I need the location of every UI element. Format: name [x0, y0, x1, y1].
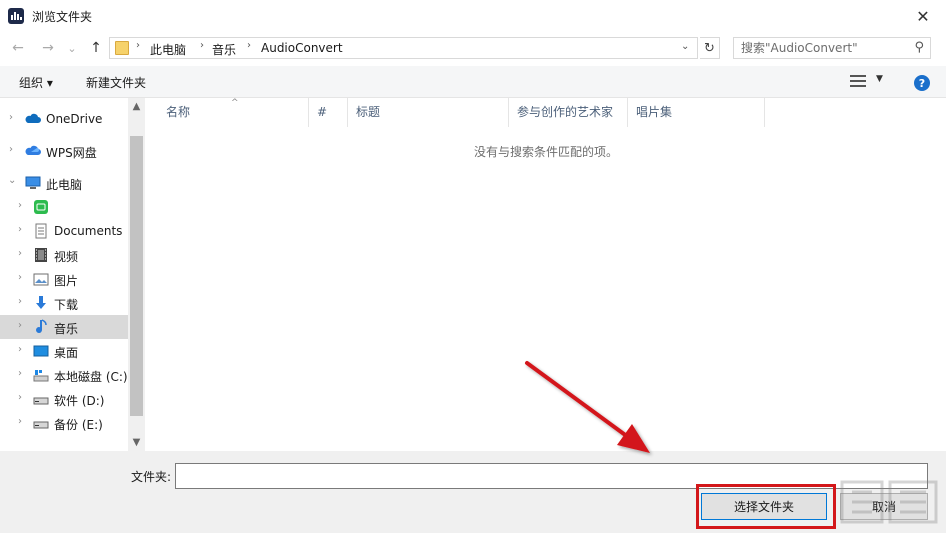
desktop-icon	[33, 345, 49, 357]
search-input[interactable]	[734, 38, 911, 58]
sidebar-item-this-pc[interactable]: ⌄ 此电脑	[0, 171, 128, 195]
navigation-scrollbar[interactable]: ▲ ▼	[128, 98, 145, 451]
scroll-down-arrow[interactable]: ▼	[128, 434, 145, 451]
chevron-right-icon[interactable]: ›	[18, 368, 22, 379]
annotation-highlight-box	[696, 484, 836, 529]
organize-button[interactable]: 组织 ▾	[19, 74, 53, 91]
sidebar-item-label: OneDrive	[46, 112, 103, 126]
chevron-down-icon[interactable]: ⌄	[681, 41, 689, 52]
green-app-icon	[34, 200, 48, 214]
search-box[interactable]: ⚲	[733, 37, 931, 59]
sidebar-item-videos[interactable]: › 视频	[0, 243, 128, 267]
recent-locations-button[interactable]: ⌄	[62, 38, 82, 58]
back-button[interactable]: ←	[8, 38, 28, 58]
sidebar-item-drive-c[interactable]: › 本地磁盘 (C:)	[0, 363, 128, 387]
drive-icon	[33, 397, 49, 405]
sidebar-item-wps[interactable]: › WPS网盘	[0, 139, 128, 163]
app-icon	[8, 8, 24, 24]
chevron-right-icon[interactable]: ›	[9, 112, 13, 123]
sidebar-item-drive-e[interactable]: › 备份 (E:)	[0, 411, 128, 435]
chevron-right-icon[interactable]: ›	[18, 392, 22, 403]
chevron-right-icon[interactable]: ›	[18, 200, 22, 211]
chevron-right-icon[interactable]: ›	[9, 144, 13, 155]
computer-icon	[25, 176, 41, 189]
download-icon	[36, 296, 46, 309]
sidebar-item-label: 软件 (D:)	[54, 394, 105, 408]
window-title: 浏览文件夹	[32, 10, 93, 24]
drive-c-icon	[33, 370, 49, 382]
breadcrumb-music[interactable]: 音乐	[212, 41, 236, 58]
column-header-album[interactable]: 唱片集	[628, 98, 765, 127]
column-header-title[interactable]: 标题	[348, 98, 509, 127]
chevron-right-icon[interactable]: ›	[18, 344, 22, 355]
up-button[interactable]: ↑	[86, 38, 106, 58]
sidebar-item-pictures[interactable]: › 图片	[0, 267, 128, 291]
sidebar-item-label: 此电脑	[46, 178, 83, 192]
view-options-icon[interactable]	[850, 74, 866, 88]
sidebar-item-downloads[interactable]: › 下载	[0, 291, 128, 315]
help-icon[interactable]: ?	[914, 75, 930, 91]
music-icon	[36, 319, 47, 334]
address-bar[interactable]: › 此电脑 › 音乐 › AudioConvert ⌄	[109, 37, 698, 59]
close-button[interactable]: ✕	[900, 0, 946, 32]
chevron-right-icon[interactable]: ›	[18, 248, 22, 259]
sidebar-item-desktop[interactable]: › 桌面	[0, 339, 128, 363]
chevron-down-icon[interactable]: ⌄	[8, 175, 16, 186]
title-bar: 浏览文件夹 ✕	[0, 0, 946, 32]
chevron-right-icon[interactable]: ›	[18, 320, 22, 331]
sort-ascending-icon: ^	[231, 98, 239, 108]
chevron-right-icon: ›	[247, 40, 251, 51]
sidebar-item-label: 本地磁盘 (C:)	[54, 370, 128, 384]
watermark-logo	[840, 480, 938, 524]
sidebar-item-label: 图片	[54, 274, 79, 288]
sidebar-item-label: 桌面	[54, 346, 79, 360]
chevron-right-icon: ›	[200, 40, 204, 51]
sidebar-item-label: Documents	[54, 224, 123, 238]
video-icon	[35, 248, 47, 262]
empty-results-message: 没有与搜索条件匹配的项。	[474, 145, 619, 159]
folder-icon	[115, 41, 129, 55]
chevron-right-icon[interactable]: ›	[18, 272, 22, 283]
navigation-pane: › OneDrive › WPS网盘 ⌄ 此电脑 › › Documents ›…	[0, 98, 145, 451]
sidebar-item-documents[interactable]: › Documents	[0, 219, 128, 243]
new-folder-button[interactable]: 新建文件夹	[86, 74, 146, 91]
drive-icon	[33, 421, 49, 429]
chevron-right-icon[interactable]: ›	[18, 416, 22, 427]
picture-icon	[33, 273, 49, 286]
search-icon[interactable]: ⚲	[914, 40, 924, 55]
scroll-up-arrow[interactable]: ▲	[128, 98, 145, 115]
refresh-button[interactable]: ↻	[700, 37, 720, 59]
command-toolbar: 组织 ▾ 新建文件夹 ▼	[0, 66, 946, 98]
column-header-number[interactable]: #	[309, 98, 348, 127]
sidebar-item-label: 视频	[54, 250, 79, 264]
sidebar-item-app[interactable]: ›	[0, 195, 128, 219]
sidebar-item-drive-d[interactable]: › 软件 (D:)	[0, 387, 128, 411]
sidebar-item-label: 音乐	[54, 322, 79, 336]
folder-label: 文件夹:	[131, 470, 172, 484]
sidebar-item-onedrive[interactable]: › OneDrive	[0, 107, 128, 131]
document-icon	[35, 223, 47, 239]
forward-button[interactable]: →	[38, 38, 58, 58]
chevron-right-icon: ›	[136, 40, 140, 51]
sidebar-item-music[interactable]: › 音乐	[0, 315, 128, 339]
sidebar-item-label: 下载	[54, 298, 79, 312]
breadcrumb-this-pc[interactable]: 此电脑	[150, 41, 186, 58]
column-header-artist[interactable]: 参与创作的艺术家	[509, 98, 628, 127]
chevron-right-icon[interactable]: ›	[18, 224, 22, 235]
chevron-right-icon[interactable]: ›	[18, 296, 22, 307]
breadcrumb-audioconvert[interactable]: AudioConvert	[261, 41, 343, 55]
sidebar-item-label: WPS网盘	[46, 146, 97, 160]
file-list[interactable]: 名称 ^ # 标题 参与创作的艺术家 唱片集 没有与搜索条件匹配的项。	[148, 98, 946, 451]
scroll-thumb[interactable]	[130, 136, 143, 416]
wps-cloud-icon	[25, 145, 41, 155]
cloud-icon	[25, 113, 41, 123]
view-dropdown-button[interactable]: ▼	[876, 74, 883, 84]
sidebar-item-label: 备份 (E:)	[54, 418, 103, 432]
